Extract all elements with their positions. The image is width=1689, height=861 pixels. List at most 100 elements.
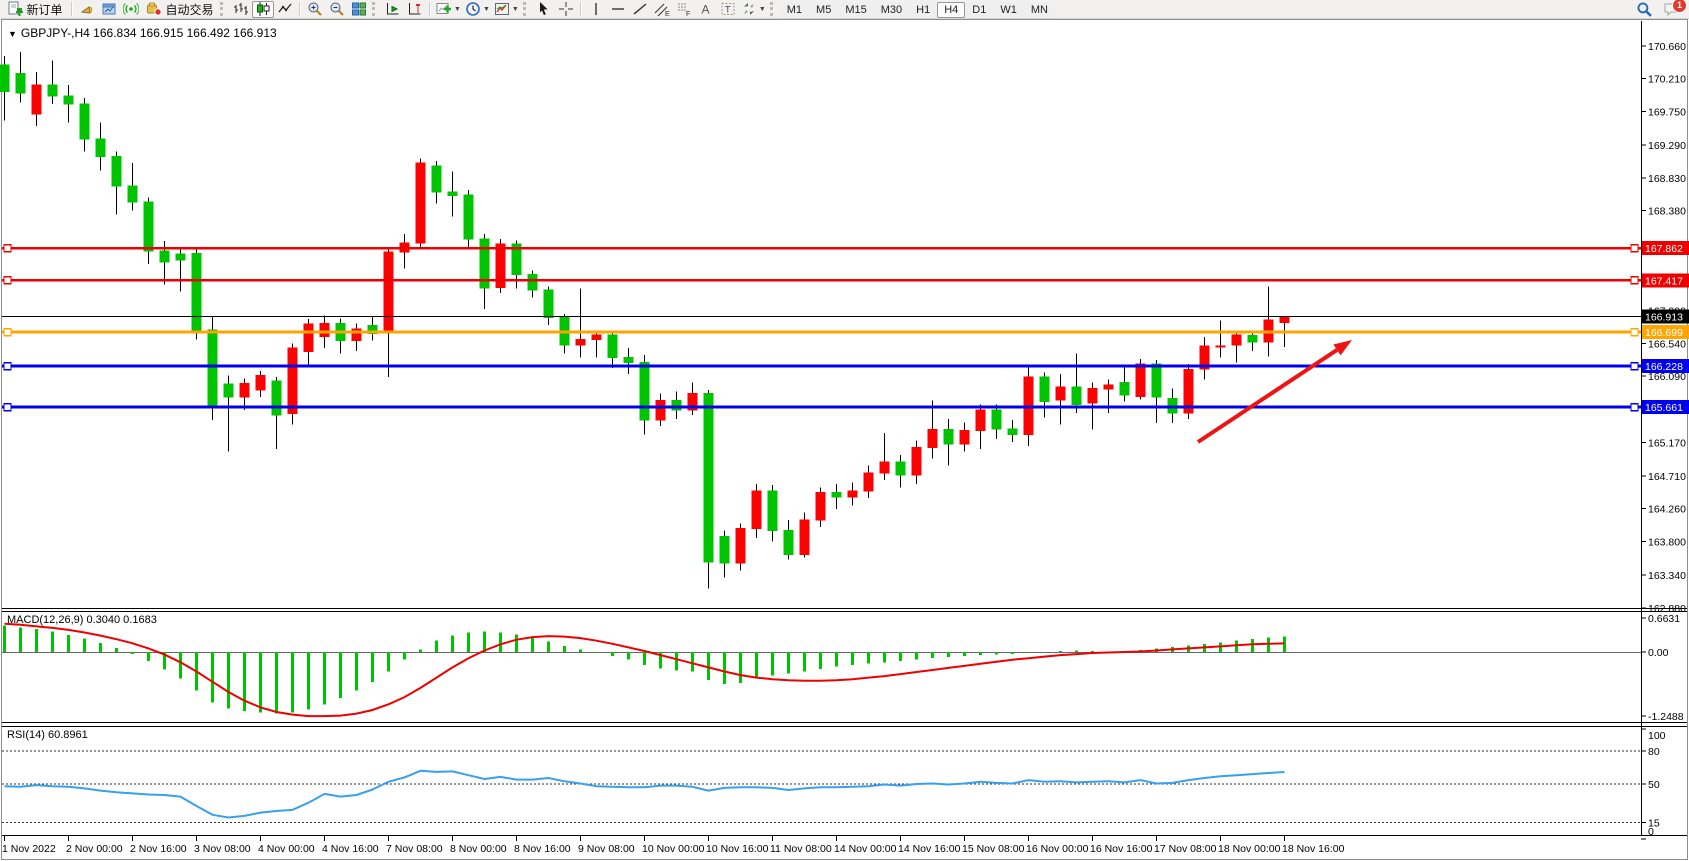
candlestick-chart-button[interactable] <box>252 1 274 18</box>
svg-text:2 Nov 00:00: 2 Nov 00:00 <box>66 843 123 855</box>
chart-title-text: GBPJPY-,H4 166.834 166.915 166.492 166.9… <box>21 26 277 40</box>
dropdown-arrow-icon: ▼ <box>483 6 490 13</box>
search-icon <box>1636 1 1653 18</box>
templates-icon <box>494 1 510 17</box>
timeframe-M30[interactable]: M30 <box>874 2 909 18</box>
timeframe-M1[interactable]: M1 <box>780 2 809 18</box>
text-label-button[interactable]: T <box>717 1 739 18</box>
indicators-icon <box>436 1 452 17</box>
svg-text:10 Nov 16:00: 10 Nov 16:00 <box>706 843 769 855</box>
svg-text:14 Nov 16:00: 14 Nov 16:00 <box>898 843 961 855</box>
timeframe-W1[interactable]: W1 <box>993 2 1024 18</box>
zoom-out-icon <box>329 1 345 17</box>
trendline-icon <box>632 1 648 17</box>
svg-text:16 Nov 00:00: 16 Nov 00:00 <box>1026 843 1089 855</box>
chart-shift-icon <box>407 1 423 17</box>
svg-text:14 Nov 00:00: 14 Nov 00:00 <box>834 843 897 855</box>
search-button[interactable] <box>1633 1 1655 18</box>
text-button[interactable]: A <box>695 1 717 18</box>
timeframe-M15[interactable]: M15 <box>838 2 873 18</box>
toolbar-grip <box>372 2 378 16</box>
svg-text:T: T <box>725 5 731 15</box>
separator <box>71 2 73 16</box>
new-order-button[interactable]: 新订单 <box>2 1 68 18</box>
svg-text:A: A <box>701 3 709 17</box>
megaphone-icon <box>79 1 95 17</box>
notification-badge: 1 <box>1672 0 1687 13</box>
zoom-in-button[interactable] <box>304 1 326 18</box>
text-label-icon: T <box>720 1 736 17</box>
separator <box>580 2 582 16</box>
svg-text:18 Nov 00:00: 18 Nov 00:00 <box>1218 843 1281 855</box>
crosshair-button[interactable] <box>555 1 577 18</box>
svg-text:1 Nov 2022: 1 Nov 2022 <box>2 843 56 855</box>
svg-text:163.800: 163.800 <box>1648 537 1686 549</box>
timeframe-D1[interactable]: D1 <box>965 2 993 18</box>
svg-text:169.290: 169.290 <box>1648 140 1686 152</box>
autotrading-icon <box>146 1 162 17</box>
timeframe-H1[interactable]: H1 <box>909 2 937 18</box>
vertical-line-icon <box>588 1 604 17</box>
svg-text:100: 100 <box>1648 730 1666 742</box>
arrows-icon <box>741 1 757 17</box>
svg-text:3 Nov 08:00: 3 Nov 08:00 <box>194 843 251 855</box>
timeframe-H4[interactable]: H4 <box>937 2 965 18</box>
auto-scroll-button[interactable] <box>382 1 404 18</box>
macd-indicator-label: MACD(12,26,9) 0.3040 0.1683 <box>7 614 157 626</box>
rsi-indicator-label: RSI(14) 60.8961 <box>7 729 88 741</box>
zoom-out-button[interactable] <box>326 1 348 18</box>
megaphone-button[interactable] <box>76 1 98 18</box>
svg-text:7 Nov 08:00: 7 Nov 08:00 <box>386 843 443 855</box>
svg-text:4 Nov 00:00: 4 Nov 00:00 <box>258 843 315 855</box>
toolbar-right-group: 1 <box>1633 1 1683 18</box>
cursor-icon <box>536 1 552 17</box>
timeframe-bar: M1M5M15M30H1H4D1W1MN <box>780 0 1055 18</box>
bar-chart-button[interactable] <box>230 1 252 18</box>
svg-text:165.170: 165.170 <box>1648 438 1686 450</box>
svg-text:0.00: 0.00 <box>1648 647 1669 659</box>
chart-title: ▼GBPJPY-,H4 166.834 166.915 166.492 166.… <box>8 26 277 40</box>
svg-text:E: E <box>665 11 670 17</box>
svg-text:166.913: 166.913 <box>1645 312 1683 324</box>
cursor-button[interactable] <box>533 1 555 18</box>
timeframe-M5[interactable]: M5 <box>809 2 838 18</box>
channel-button[interactable]: E <box>651 1 673 18</box>
arrows-button[interactable]: ▼ <box>739 1 768 18</box>
svg-text:163.340: 163.340 <box>1648 570 1686 582</box>
svg-text:167.862: 167.862 <box>1645 243 1683 255</box>
svg-text:F: F <box>686 11 690 17</box>
toolbar-grip <box>523 2 529 16</box>
periods-icon <box>465 1 481 17</box>
indicators-button[interactable]: ▼ <box>434 1 463 18</box>
autotrading-button[interactable]: 自动交易 <box>142 1 218 18</box>
profile-window-icon <box>101 1 117 17</box>
notifications-button[interactable]: 1 <box>1661 1 1683 18</box>
profiles-button[interactable] <box>98 1 120 18</box>
svg-text:4 Nov 16:00: 4 Nov 16:00 <box>322 843 379 855</box>
dropdown-arrow-icon: ▼ <box>512 6 519 13</box>
dropdown-arrow-icon: ▼ <box>759 6 766 13</box>
separator <box>299 2 301 16</box>
trendline-button[interactable] <box>629 1 651 18</box>
svg-text:170.210: 170.210 <box>1648 74 1686 86</box>
vertical-line-button[interactable] <box>585 1 607 18</box>
svg-text:80: 80 <box>1648 746 1660 758</box>
fibonacci-button[interactable]: F <box>673 1 695 18</box>
chart-shift-button[interactable] <box>404 1 426 18</box>
signals-button[interactable] <box>120 1 142 18</box>
tile-windows-button[interactable] <box>348 1 370 18</box>
horizontal-line-button[interactable] <box>607 1 629 18</box>
svg-text:8 Nov 16:00: 8 Nov 16:00 <box>514 843 571 855</box>
line-chart-button[interactable] <box>274 1 296 18</box>
svg-text:11 Nov 08:00: 11 Nov 08:00 <box>770 843 832 855</box>
window-frame <box>0 19 1689 861</box>
svg-text:8 Nov 00:00: 8 Nov 00:00 <box>450 843 507 855</box>
svg-text:169.750: 169.750 <box>1648 107 1686 119</box>
templates-button[interactable]: ▼ <box>492 1 521 18</box>
svg-text:166.540: 166.540 <box>1648 339 1686 351</box>
svg-text:16 Nov 16:00: 16 Nov 16:00 <box>1090 843 1153 855</box>
periods-button[interactable]: ▼ <box>463 1 492 18</box>
chart-canvas[interactable]: 170.660170.210169.750169.290168.830168.3… <box>0 0 1689 861</box>
svg-text:17 Nov 08:00: 17 Nov 08:00 <box>1154 843 1217 855</box>
timeframe-MN[interactable]: MN <box>1024 2 1055 18</box>
